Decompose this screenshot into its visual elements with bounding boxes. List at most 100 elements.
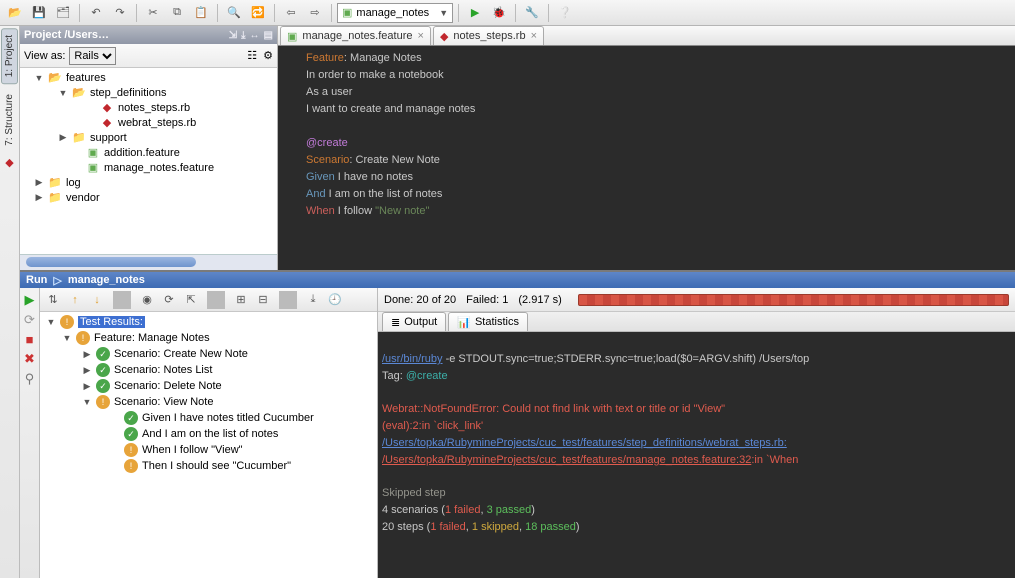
ok-badge-icon: ✓ — [96, 347, 110, 361]
test-tree[interactable]: ▼!Test Results: ▼!Feature: Manage Notes … — [40, 312, 377, 578]
run-gutter: ▶ ⟳ ■ ✖ ⚲ — [20, 288, 40, 578]
editor-tab-notes-steps[interactable]: ◆ notes_steps.rb × — [433, 26, 544, 45]
select-first-icon[interactable]: ⇱ — [182, 293, 200, 306]
next-failed-icon[interactable]: ↓ — [88, 294, 106, 306]
rails-tool-icon[interactable]: ◆ — [5, 156, 13, 169]
editor-panel: ▣ manage_notes.feature × ◆ notes_steps.r… — [278, 26, 1015, 270]
run-status-bar: Done: 20 of 20 Failed: 1 (2.917 s) — [378, 288, 1015, 312]
test-scenario-list[interactable]: Scenario: Notes List — [114, 364, 212, 376]
expand-all-icon[interactable]: ⊞ — [232, 293, 250, 306]
tree-manage-notes-feature[interactable]: manage_notes.feature — [104, 162, 214, 174]
back-icon[interactable]: ⇦ — [280, 2, 302, 24]
stop-icon[interactable]: ■ — [26, 332, 34, 347]
editor-tab-manage-notes[interactable]: ▣ manage_notes.feature × — [280, 26, 431, 45]
test-step-when[interactable]: When I follow "View" — [142, 444, 243, 456]
left-tool-gutter: 1: Project 7: Structure ◆ — [0, 26, 20, 578]
cut-icon[interactable]: ✂ — [142, 2, 164, 24]
sort-icon[interactable]: ⇅ — [44, 293, 62, 306]
paste-icon[interactable]: 📋 — [190, 2, 212, 24]
run-config-name: manage_notes — [68, 274, 145, 286]
tree-support[interactable]: support — [90, 132, 127, 144]
run-panel: Run ▷ manage_notes ▶ ⟳ ■ ✖ ⚲ ⇅ ↑ ↓ — [20, 270, 1015, 578]
ok-badge-icon: ✓ — [96, 363, 110, 377]
structure-tool-tab[interactable]: 7: Structure — [2, 88, 17, 152]
collapse-all-icon[interactable]: ⊟ — [254, 293, 272, 306]
view-as-select[interactable]: Rails — [69, 47, 116, 65]
test-results-root[interactable]: Test Results: — [78, 316, 145, 328]
tree-step-definitions[interactable]: step_definitions — [90, 87, 166, 99]
pin-icon[interactable]: ⚲ — [25, 371, 35, 387]
editor-code[interactable]: Feature: Manage Notes In order to make a… — [278, 46, 1015, 270]
statistics-tab-icon: 📊 — [457, 316, 471, 329]
run-title-prefix: Run — [26, 274, 47, 286]
progress-bar — [578, 294, 1009, 306]
collapse-icon[interactable]: ⇲ — [229, 30, 237, 41]
test-feature-manage-notes[interactable]: Feature: Manage Notes — [94, 332, 210, 344]
flatten-icon[interactable]: ☷ — [247, 49, 257, 62]
hide-panel-icon[interactable]: ↔ — [250, 30, 260, 41]
tree-webrat-steps[interactable]: webrat_steps.rb — [118, 117, 196, 129]
project-panel: Project /Users… ⇲ ⤓ ↔ ▤ View as: Rails ☷… — [20, 26, 278, 270]
redo-icon[interactable]: ↷ — [109, 2, 131, 24]
statistics-tab[interactable]: 📊Statistics — [448, 312, 528, 331]
open-icon[interactable]: 📂 — [4, 2, 26, 24]
project-scrollbar[interactable] — [20, 254, 277, 270]
folder-open-icon: 📂 — [72, 86, 86, 99]
history-icon[interactable]: 🕘 — [326, 293, 344, 306]
ok-badge-icon: ✓ — [96, 379, 110, 393]
copy-icon[interactable]: ⧉ — [166, 2, 188, 24]
editor-tab-label: notes_steps.rb — [453, 30, 525, 42]
replace-icon[interactable]: 🔁 — [247, 2, 269, 24]
run-time-text: (2.917 s) — [518, 294, 561, 306]
warn-badge-icon: ! — [124, 443, 138, 457]
rerun-failed-icon[interactable]: ⟳ — [24, 312, 35, 328]
test-step-then[interactable]: Then I should see "Cucumber" — [142, 460, 291, 472]
test-scenario-view[interactable]: Scenario: View Note — [114, 396, 213, 408]
feature-icon: ▣ — [342, 6, 352, 19]
output-tab[interactable]: ≣Output — [382, 312, 446, 331]
settings-icon[interactable]: 🔧 — [521, 2, 543, 24]
undo-icon[interactable]: ↶ — [85, 2, 107, 24]
find-icon[interactable]: 🔍 — [223, 2, 245, 24]
test-scenario-create[interactable]: Scenario: Create New Note — [114, 348, 248, 360]
close-run-icon[interactable]: ✖ — [24, 351, 35, 367]
view-as-label: View as: — [24, 50, 65, 62]
debug-icon[interactable]: 🐞 — [488, 2, 510, 24]
panel-menu-icon[interactable]: ▤ — [264, 30, 273, 41]
help-icon[interactable]: ❔ — [554, 2, 576, 24]
run-done-text: Done: 20 of 20 — [384, 294, 456, 306]
autoscroll-icon[interactable]: ⤓ — [241, 30, 245, 41]
ruby-icon: ◆ — [100, 116, 114, 129]
hide-passed-icon[interactable]: ◉ — [138, 293, 156, 306]
tree-vendor[interactable]: vendor — [66, 192, 100, 204]
project-tool-tab[interactable]: 1: Project — [1, 28, 18, 84]
warn-badge-icon: ! — [96, 395, 110, 409]
tree-addition-feature[interactable]: addition.feature — [104, 147, 180, 159]
project-tree[interactable]: ▼📂features ▼📂step_definitions ◆notes_ste… — [20, 68, 277, 254]
console-output[interactable]: /usr/bin/ruby -e STDOUT.sync=true;STDERR… — [378, 332, 1015, 578]
run-config-label: manage_notes — [356, 7, 429, 19]
test-step-and[interactable]: And I am on the list of notes — [142, 428, 278, 440]
folder-open-icon: 📂 — [48, 71, 62, 84]
test-scenario-delete[interactable]: Scenario: Delete Note — [114, 380, 222, 392]
export-icon[interactable]: ⤓ — [304, 293, 322, 306]
feature-file-icon: ▣ — [287, 30, 297, 43]
tree-features[interactable]: features — [66, 72, 106, 84]
save-icon[interactable]: 💾 — [28, 2, 50, 24]
forward-icon[interactable]: ⇨ — [304, 2, 326, 24]
prev-failed-icon[interactable]: ↑ — [66, 294, 84, 306]
view-gear-icon[interactable]: ⚙ — [263, 49, 273, 62]
close-tab-icon[interactable]: × — [418, 30, 424, 42]
test-step-given[interactable]: Given I have notes titled Cucumber — [142, 412, 314, 424]
track-running-icon[interactable]: ⟳ — [160, 293, 178, 306]
tree-log[interactable]: log — [66, 177, 81, 189]
rerun-icon[interactable]: ▶ — [25, 292, 35, 308]
tree-notes-steps[interactable]: notes_steps.rb — [118, 102, 190, 114]
run-config-selector[interactable]: ▣ manage_notes ▼ — [337, 3, 453, 23]
warn-badge-icon: ! — [60, 315, 74, 329]
save-all-icon[interactable]: 🗂 — [52, 2, 74, 24]
output-tabs: ≣Output 📊Statistics — [378, 312, 1015, 332]
editor-tabs: ▣ manage_notes.feature × ◆ notes_steps.r… — [278, 26, 1015, 46]
close-tab-icon[interactable]: × — [531, 30, 537, 42]
run-icon[interactable]: ▶ — [464, 2, 486, 24]
